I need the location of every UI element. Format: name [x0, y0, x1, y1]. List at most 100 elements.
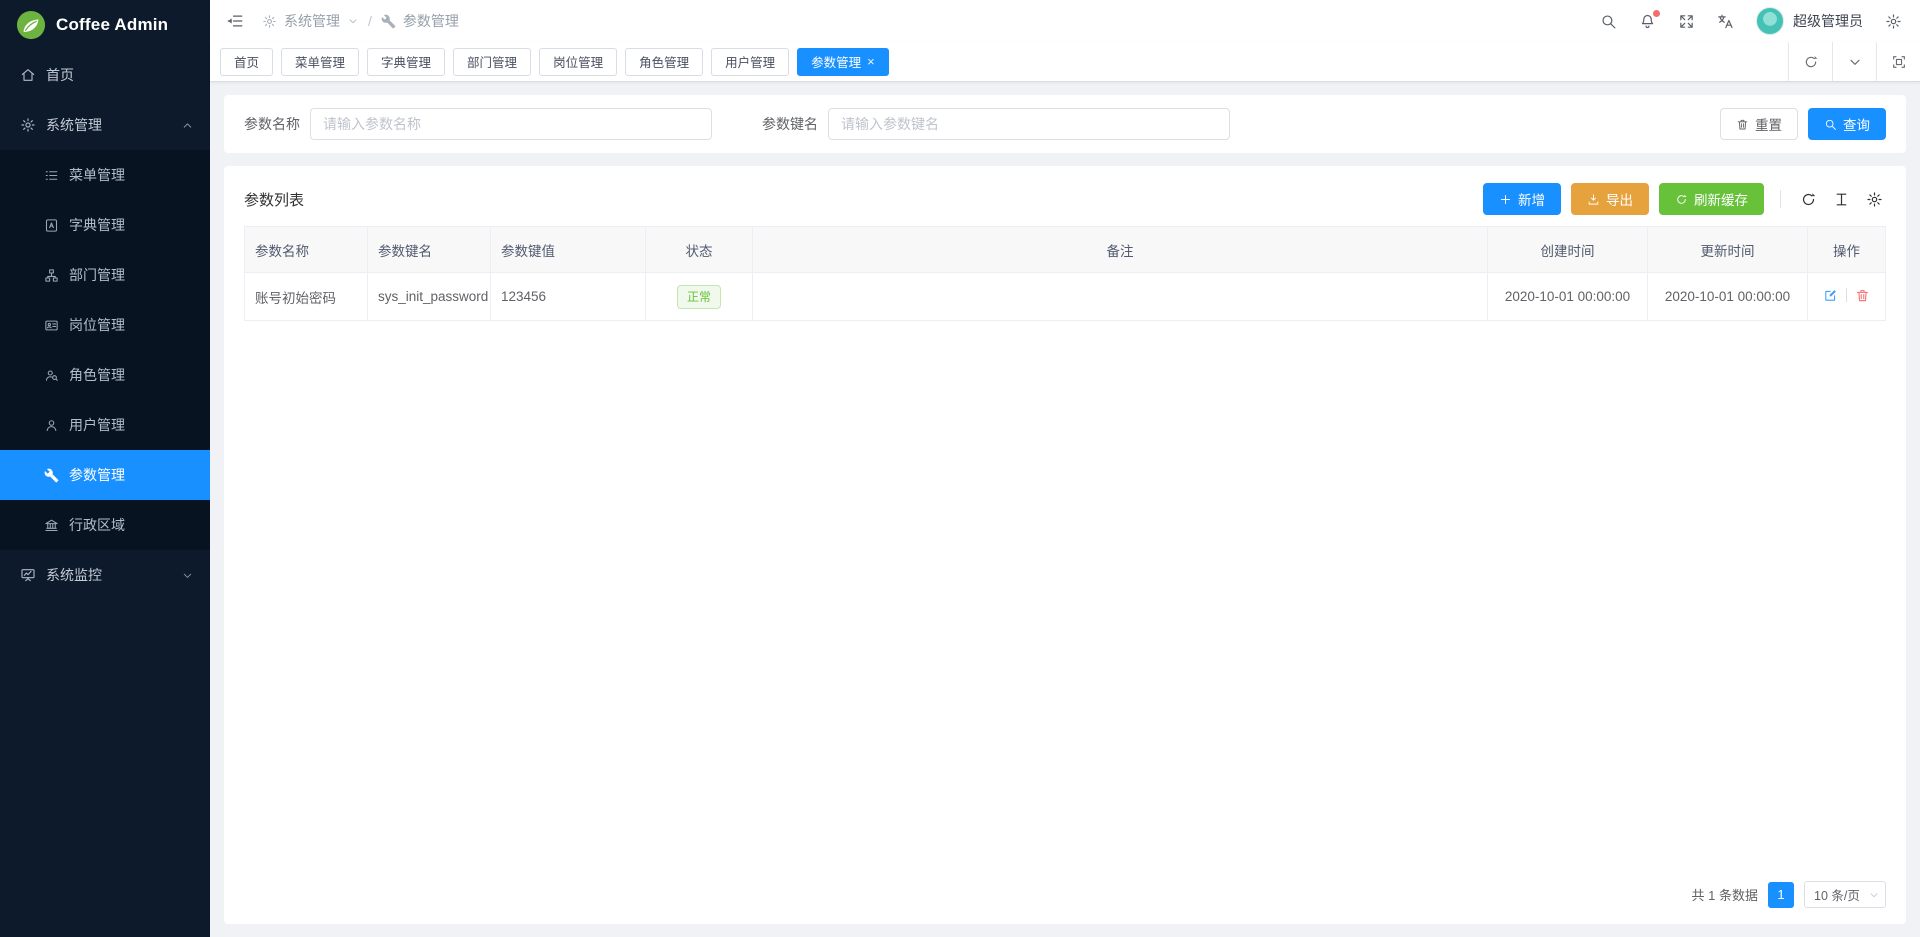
page-size-value: 10 条/页 [1814, 885, 1860, 904]
tab-user-management[interactable]: 用户管理 [711, 48, 789, 76]
action-divider [1846, 288, 1847, 302]
maximize-icon [1891, 54, 1907, 70]
tab-list: 首页 菜单管理 字典管理 部门管理 岗位管理 角色管理 用户管理 参数管理 × [220, 48, 889, 76]
chevron-down-icon [347, 15, 359, 27]
param-list-card: 参数列表 新增 导出 刷新缓存 [224, 166, 1906, 924]
sidebar-item-menu-management[interactable]: 菜单管理 [0, 150, 210, 200]
sidebar-item-system-monitor[interactable]: 系统监控 [0, 550, 210, 600]
breadcrumb: 系统管理 / 参数管理 [262, 11, 459, 31]
sidebar-item-post-management[interactable]: 岗位管理 [0, 300, 210, 350]
card-title: 参数列表 [244, 189, 304, 210]
tab-post-management[interactable]: 岗位管理 [539, 48, 617, 76]
tab-menu-management[interactable]: 菜单管理 [281, 48, 359, 76]
avatar [1756, 7, 1784, 35]
sidebar: Coffee Admin 首页 系统管理 菜单管理 字典管理 [0, 0, 210, 937]
cell-param-key: sys_init_password [368, 273, 491, 321]
maximize-content-button[interactable] [1876, 42, 1920, 81]
sidebar-item-label: 部门管理 [69, 265, 125, 285]
dictionary-icon [44, 218, 59, 233]
sidebar-item-admin-region[interactable]: 行政区域 [0, 500, 210, 550]
status-badge: 正常 [677, 285, 721, 309]
tab-dept-management[interactable]: 部门管理 [453, 48, 531, 76]
fullscreen-icon [1678, 13, 1695, 30]
org-tree-icon [44, 268, 59, 283]
role-people-icon [44, 368, 59, 383]
notification-badge [1653, 10, 1660, 17]
download-icon [1587, 193, 1600, 206]
tab-label: 角色管理 [639, 52, 689, 71]
breadcrumb-parent[interactable]: 系统管理 [284, 11, 340, 31]
app-logo[interactable]: Coffee Admin [0, 0, 210, 50]
tab-home[interactable]: 首页 [220, 48, 273, 76]
table-toolbar: 参数列表 新增 导出 刷新缓存 [244, 176, 1886, 222]
search-icon [1824, 118, 1837, 131]
user-menu[interactable]: 超级管理员 [1756, 7, 1863, 35]
sidebar-item-home[interactable]: 首页 [0, 50, 210, 100]
refresh-icon [1675, 193, 1688, 206]
edit-icon [1823, 288, 1838, 303]
cell-param-value: 123456 [491, 273, 646, 321]
sidebar-item-dept-management[interactable]: 部门管理 [0, 250, 210, 300]
refresh-cache-button[interactable]: 刷新缓存 [1659, 183, 1764, 215]
cell-status: 正常 [646, 273, 753, 321]
sidebar-collapse-button[interactable] [226, 12, 244, 30]
tab-options-dropdown[interactable] [1832, 42, 1876, 81]
sidebar-item-user-management[interactable]: 用户管理 [0, 400, 210, 450]
settings-button[interactable] [1885, 13, 1902, 30]
toolbar-divider [1780, 190, 1781, 208]
refresh-tab-button[interactable] [1788, 42, 1832, 81]
export-button[interactable]: 导出 [1571, 183, 1649, 215]
query-button[interactable]: 查询 [1808, 108, 1886, 140]
refresh-cache-button-label: 刷新缓存 [1694, 189, 1748, 209]
sidebar-item-label: 岗位管理 [69, 315, 125, 335]
sidebar-item-dict-management[interactable]: 字典管理 [0, 200, 210, 250]
reset-button[interactable]: 重置 [1720, 108, 1798, 140]
add-button[interactable]: 新增 [1483, 183, 1561, 215]
query-button-label: 查询 [1843, 114, 1870, 134]
refresh-table-button[interactable] [1800, 191, 1817, 208]
param-name-input[interactable] [310, 108, 712, 140]
user-icon [44, 418, 59, 433]
header-search-button[interactable] [1600, 13, 1617, 30]
sidebar-item-system-management[interactable]: 系统管理 [0, 100, 210, 150]
param-key-input[interactable] [828, 108, 1230, 140]
id-badge-icon [44, 318, 59, 333]
sidebar-item-label: 行政区域 [69, 515, 125, 535]
leaf-logo-icon [16, 10, 46, 40]
wrench-icon [381, 14, 396, 29]
app-window: Coffee Admin 首页 系统管理 菜单管理 字典管理 [0, 0, 1920, 937]
notification-button[interactable] [1639, 13, 1656, 30]
param-key-field-group: 参数键名 [762, 108, 1230, 140]
collapse-menu-icon [226, 12, 244, 30]
page-size-select[interactable]: 10 条/页 [1804, 881, 1886, 908]
trash-icon [1736, 118, 1749, 131]
add-button-label: 新增 [1518, 189, 1545, 209]
breadcrumb-current: 参数管理 [403, 11, 459, 31]
edit-row-button[interactable] [1823, 288, 1838, 303]
chevron-up-icon [181, 119, 194, 132]
fullscreen-button[interactable] [1678, 13, 1695, 30]
table-empty-space [244, 321, 1886, 871]
sidebar-item-param-management[interactable]: 参数管理 [0, 450, 210, 500]
translate-icon [1717, 13, 1734, 30]
tab-label: 岗位管理 [553, 52, 603, 71]
delete-row-button[interactable] [1855, 288, 1870, 303]
tab-param-management[interactable]: 参数管理 × [797, 48, 889, 76]
page-button-1[interactable]: 1 [1768, 882, 1794, 908]
tab-role-management[interactable]: 角色管理 [625, 48, 703, 76]
col-header-param-key: 参数键名 [368, 227, 491, 273]
sidebar-item-role-management[interactable]: 角色管理 [0, 350, 210, 400]
language-switch-button[interactable] [1717, 13, 1734, 30]
export-button-label: 导出 [1606, 189, 1633, 209]
home-icon [20, 67, 36, 83]
table-density-button[interactable] [1833, 191, 1850, 208]
chevron-down-icon [1868, 889, 1880, 901]
page-content: 参数名称 参数键名 重置 查询 [210, 82, 1920, 937]
gear-icon [1866, 191, 1883, 208]
column-settings-button[interactable] [1866, 191, 1883, 208]
wrench-icon [44, 468, 59, 483]
tab-close-icon[interactable]: × [867, 55, 875, 68]
tags-view-bar: 首页 菜单管理 字典管理 部门管理 岗位管理 角色管理 用户管理 参数管理 × [210, 42, 1920, 82]
tab-label: 部门管理 [467, 52, 517, 71]
tab-dict-management[interactable]: 字典管理 [367, 48, 445, 76]
